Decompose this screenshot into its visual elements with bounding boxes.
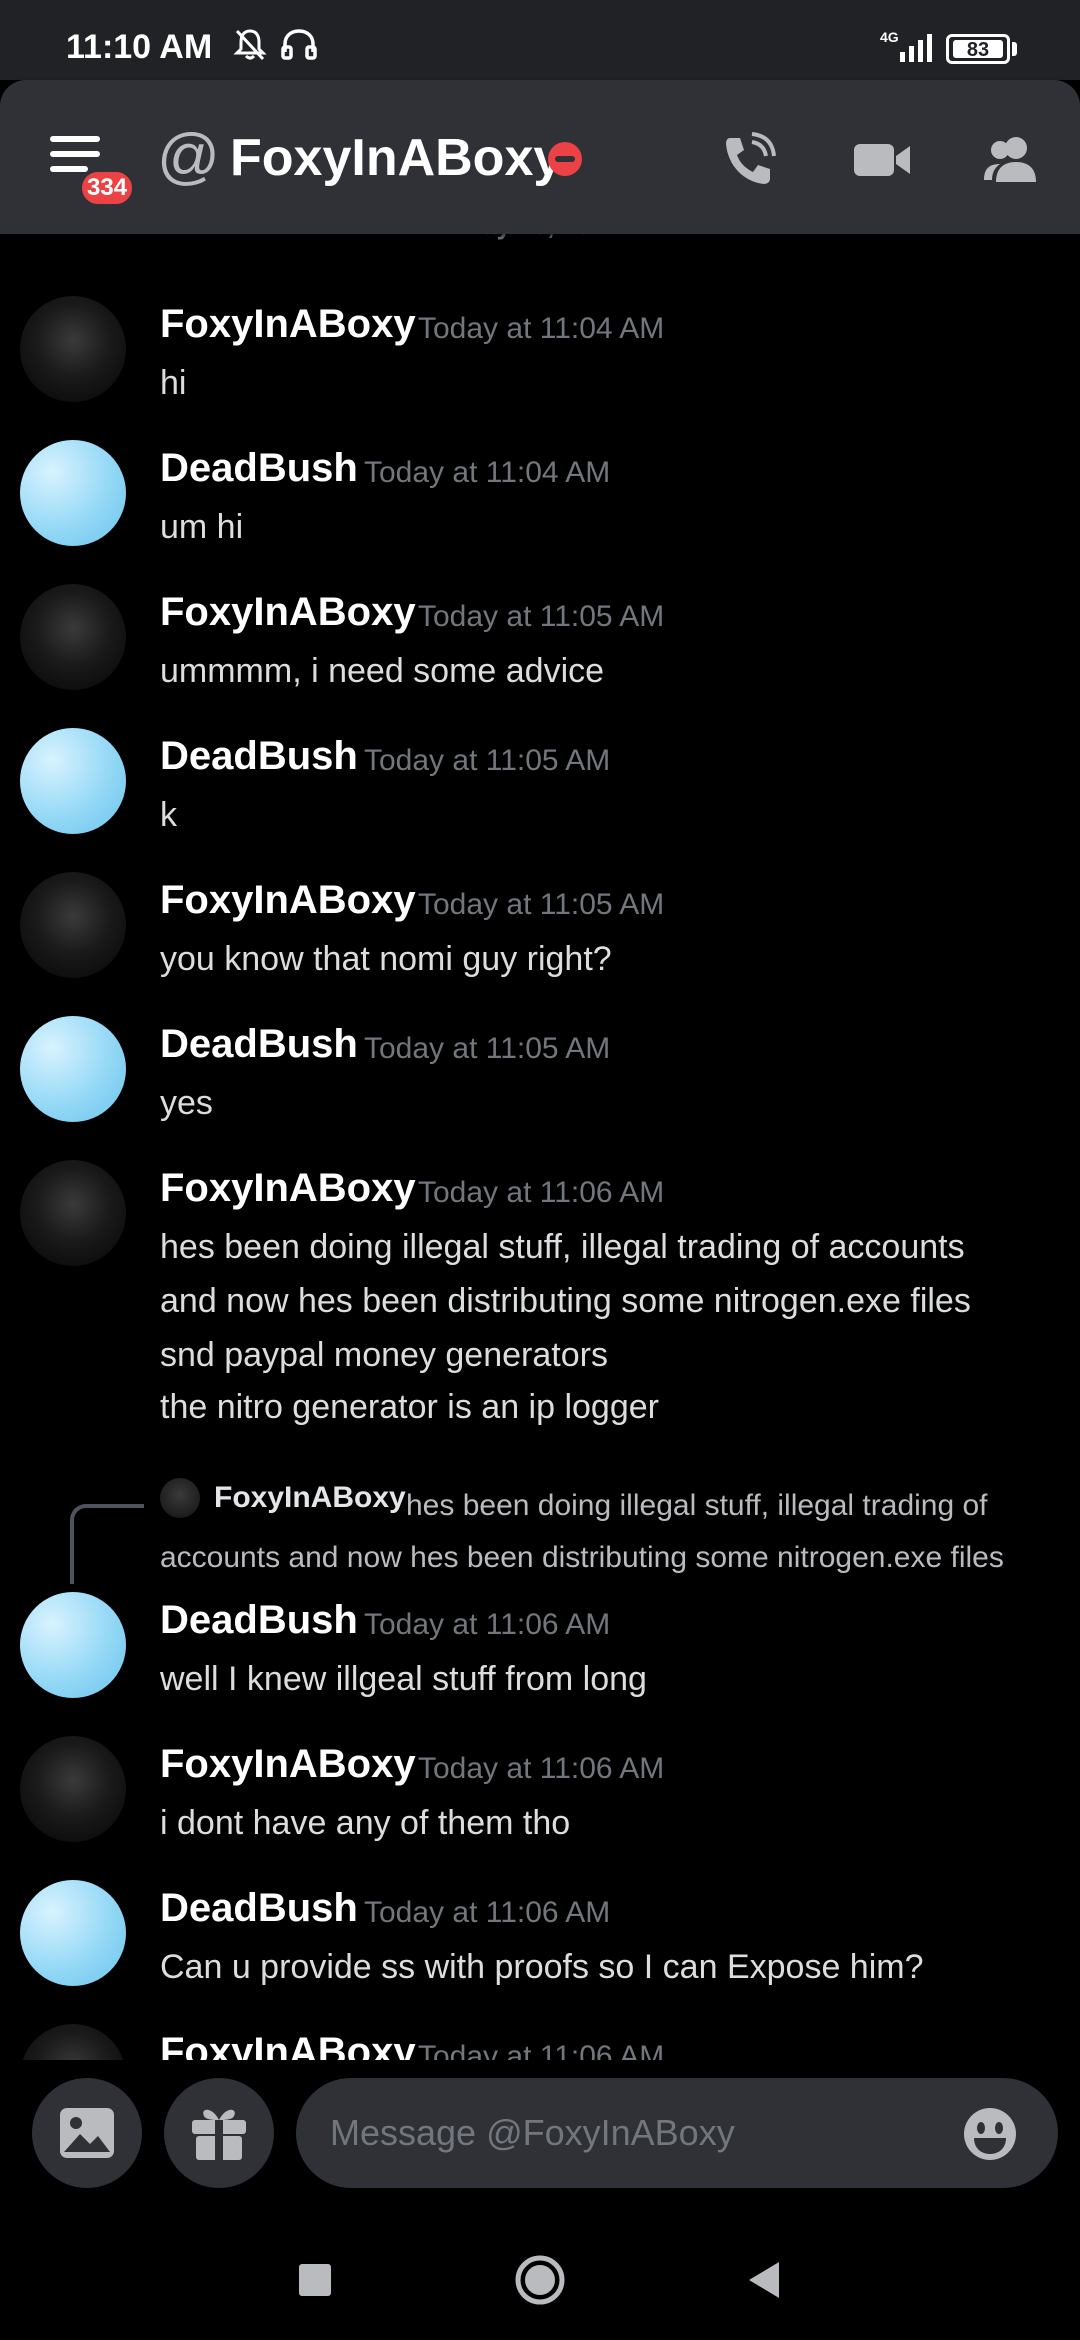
message-author[interactable]: FoxyInABoxy <box>160 300 416 348</box>
message-content: yes <box>160 1084 213 1122</box>
channel-header: 334 @ FoxyInABoxy <box>0 80 1080 234</box>
message-author[interactable]: FoxyInABoxy <box>160 876 416 924</box>
avatar[interactable] <box>20 440 126 546</box>
avatar[interactable] <box>20 296 126 402</box>
message-author[interactable]: FoxyInABoxy <box>160 1740 416 1788</box>
video-call-icon[interactable] <box>850 130 914 190</box>
bell-muted-icon <box>233 29 267 61</box>
signal-icon <box>900 34 932 62</box>
unread-badge: 334 <box>78 168 137 208</box>
message-content: um hi <box>160 508 244 546</box>
message-content: i dont have any of them tho <box>160 1804 571 1842</box>
gift-button[interactable] <box>164 2078 274 2188</box>
message-author[interactable]: FoxyInABoxy <box>160 2028 416 2060</box>
members-icon[interactable] <box>980 130 1044 190</box>
recent-apps-icon[interactable] <box>285 2250 345 2310</box>
status-bar: 11:10 AM 4G 83 <box>0 0 1080 80</box>
message-list[interactable]: May 28, 2021 FoxyInABoxy Today at 11:04 … <box>0 160 1080 2060</box>
avatar[interactable] <box>20 728 126 834</box>
message-author[interactable]: DeadBush <box>160 1020 358 1068</box>
avatar[interactable] <box>20 1016 126 1122</box>
avatar[interactable] <box>20 1880 126 1986</box>
system-nav-bar <box>0 2220 1080 2340</box>
network-type: 4G <box>880 29 899 45</box>
channel-title: FoxyInABoxy <box>230 129 563 187</box>
avatar[interactable] <box>20 584 126 690</box>
image-upload-icon <box>60 2108 114 2158</box>
dnd-status-icon <box>548 142 582 176</box>
message-timestamp: Today at 11:04 AM <box>364 456 611 489</box>
message-input-container[interactable] <box>296 2078 1058 2188</box>
message-timestamp: Today at 11:04 AM <box>418 312 665 345</box>
message-timestamp: Today at 11:05 AM <box>418 888 665 921</box>
message-content: ummmm, i need some advice <box>160 652 605 690</box>
message-content: k <box>160 796 177 834</box>
message-timestamp: Today at 11:06 AM <box>418 2040 665 2060</box>
message-author[interactable]: DeadBush <box>160 1884 358 1932</box>
message-timestamp: Today at 11:06 AM <box>418 1752 665 1785</box>
message-timestamp: Today at 11:05 AM <box>364 1032 611 1065</box>
message-author[interactable]: DeadBush <box>160 732 358 780</box>
message-content: hes been doing illegal stuff, illegal tr… <box>160 1228 971 1426</box>
message-timestamp: Today at 11:06 AM <box>364 1896 611 1929</box>
avatar[interactable] <box>20 2024 126 2060</box>
message-content: you know that nomi guy right? <box>160 940 612 978</box>
message-author[interactable]: FoxyInABoxy <box>160 1164 416 1212</box>
message-timestamp: Today at 11:05 AM <box>364 744 611 777</box>
avatar[interactable] <box>20 1592 126 1698</box>
message-content: hi <box>160 364 187 402</box>
back-icon[interactable] <box>735 2250 795 2310</box>
phone-call-icon[interactable] <box>716 130 780 190</box>
composer-bar <box>0 2060 1080 2220</box>
emoji-icon[interactable] <box>962 2106 1018 2162</box>
message-author[interactable]: DeadBush <box>160 1596 358 1644</box>
gift-icon <box>192 2109 246 2160</box>
avatar[interactable] <box>20 1736 126 1842</box>
message-content: Can u provide ss with proofs so I can Ex… <box>160 1948 924 1986</box>
home-icon[interactable] <box>510 2250 570 2310</box>
message-input[interactable] <box>330 2104 930 2162</box>
message-content: well I knew illgeal stuff from long <box>160 1660 647 1698</box>
message-timestamp: Today at 11:06 AM <box>418 1176 665 1209</box>
reply-connector <box>70 1504 144 1584</box>
status-time: 11:10 AM <box>66 28 213 66</box>
image-upload-button[interactable] <box>32 2078 142 2188</box>
message-timestamp: Today at 11:05 AM <box>418 600 665 633</box>
battery-icon: 83 <box>946 34 1010 64</box>
avatar[interactable] <box>20 1160 126 1266</box>
battery-level: 83 <box>966 39 990 61</box>
reply-preview[interactable]: hes been doing illegal stuff, illegal tr… <box>0 1476 1080 1584</box>
message-author[interactable]: DeadBush <box>160 444 358 492</box>
reply-author: FoxyInABoxy <box>214 1481 406 1514</box>
message-author[interactable]: FoxyInABoxy <box>160 588 416 636</box>
message-timestamp: Today at 11:06 AM <box>364 1608 611 1641</box>
headphones-icon <box>281 29 317 60</box>
avatar[interactable] <box>20 872 126 978</box>
at-icon: @ <box>157 122 220 191</box>
